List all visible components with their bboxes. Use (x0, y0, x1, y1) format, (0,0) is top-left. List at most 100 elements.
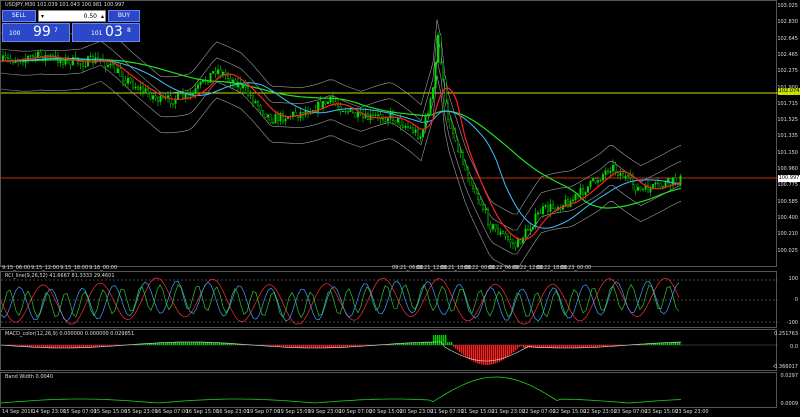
macd-bar (35, 345, 37, 348)
macd-bar (83, 345, 85, 348)
macd-bar (47, 345, 49, 348)
macd-bar (587, 345, 589, 348)
bandwidth-title: Band Width 0.0040 (5, 374, 54, 380)
macd-bar (163, 342, 165, 345)
candle-body (309, 113, 312, 115)
time-axis-label: 20 Sep 07:00 (338, 409, 372, 415)
candle-body (674, 177, 677, 183)
macd-bar (161, 342, 163, 345)
candle-body (572, 199, 575, 202)
candle-body (627, 175, 630, 177)
bollinger-upper (1, 19, 682, 215)
candle-body (352, 108, 355, 113)
macd-bar (77, 345, 79, 348)
rci-indicator-pane[interactable]: RCI_line(9,26,52) 41.6667 81.3333 29.460… (0, 271, 778, 328)
hline-price-tag: 102.074 (778, 88, 800, 95)
candle-body (194, 88, 197, 94)
bandwidth-indicator-pane[interactable]: Band Width 0.0040 (0, 372, 777, 408)
candle-body (422, 129, 425, 137)
time-axis-label: 23 Sep 15:00 (644, 409, 678, 415)
candle-body (449, 119, 452, 129)
candle-body (264, 113, 267, 118)
macd-axis-zero: 0.0 (790, 344, 798, 350)
candle-body (254, 101, 257, 104)
macd-bar (483, 345, 485, 365)
volume-up-arrow-icon[interactable]: ▴ (101, 11, 104, 23)
macd-bar (201, 342, 203, 345)
candle-body (9, 58, 12, 61)
candle-body (437, 34, 440, 63)
price-axis-label: 102.645 (777, 35, 798, 42)
candle-body (432, 87, 435, 100)
bandwidth-line (1, 376, 682, 404)
candle-body (114, 63, 117, 73)
macd-bar (593, 345, 595, 348)
candle-body (199, 81, 202, 86)
macd-bar (511, 345, 513, 354)
current-price-tag: 100.997 (778, 175, 800, 182)
macd-bar (289, 345, 291, 348)
candle-body (374, 115, 377, 117)
sell-button[interactable]: SELL (2, 10, 36, 22)
candle-body (219, 69, 222, 76)
macd-bar (581, 345, 583, 348)
candle-body (96, 57, 99, 59)
macd-bar (323, 345, 325, 348)
candle-body (607, 170, 610, 173)
macd-bar (667, 342, 669, 345)
candle-body (649, 187, 652, 193)
macd-bar (315, 345, 317, 348)
candle-body (174, 99, 177, 104)
macd-bar (311, 345, 313, 348)
candle-body (469, 178, 472, 186)
candle-body (134, 86, 137, 89)
macd-bar (197, 342, 199, 345)
candle-body (382, 118, 385, 121)
macd-bar (65, 345, 67, 348)
candle-body (609, 171, 612, 173)
candle-body (344, 111, 347, 113)
bid-quote[interactable]: 100 99 7 (2, 23, 70, 42)
candle-body (99, 58, 102, 60)
buy-button[interactable]: BUY (108, 10, 140, 22)
macd-bar (293, 345, 295, 348)
macd-bar (665, 342, 667, 345)
rci-axis-minus100: -100 (786, 320, 798, 326)
volume-field[interactable]: ▾ 0.50 ▴ (38, 10, 106, 22)
macd-bar (321, 345, 323, 348)
candle-body (444, 78, 447, 104)
macd-bar (595, 345, 597, 348)
macd-bar (409, 342, 411, 345)
macd-bar (439, 335, 441, 345)
candle-body (216, 69, 219, 74)
candle-body (131, 81, 134, 89)
macd-indicator-pane[interactable]: MACD_color(12,26,9) 0.000000 0.000000 0.… (0, 329, 778, 371)
macd-bar (487, 345, 489, 365)
macd-bar (585, 345, 587, 348)
macd-bar (63, 345, 65, 348)
macd-bar (75, 345, 77, 348)
candle-body (29, 55, 32, 57)
macd-bar (205, 342, 207, 345)
macd-bar (71, 345, 73, 348)
candle-body (599, 179, 602, 181)
candle-body (267, 114, 270, 118)
bid-price-small: 100 (9, 30, 21, 37)
candle-body (34, 56, 37, 58)
macd-bar (337, 345, 339, 348)
ask-quote[interactable]: 101 03 8 (72, 23, 140, 42)
time-axis-label: 22 Sep 15:00 (552, 409, 587, 415)
candle-body (319, 101, 322, 110)
candle-body (384, 119, 387, 122)
candle-body (527, 228, 530, 231)
candle-body (241, 85, 244, 89)
macd-bar (333, 345, 335, 348)
macd-bar (521, 345, 523, 347)
candle-body (151, 95, 154, 100)
volume-down-arrow-icon[interactable]: ▾ (41, 11, 44, 23)
candle-body (499, 231, 502, 235)
macd-bar (427, 342, 429, 345)
bid-price-big: 99 (33, 24, 51, 40)
candle-body (89, 55, 92, 57)
macd-bar (155, 343, 157, 345)
